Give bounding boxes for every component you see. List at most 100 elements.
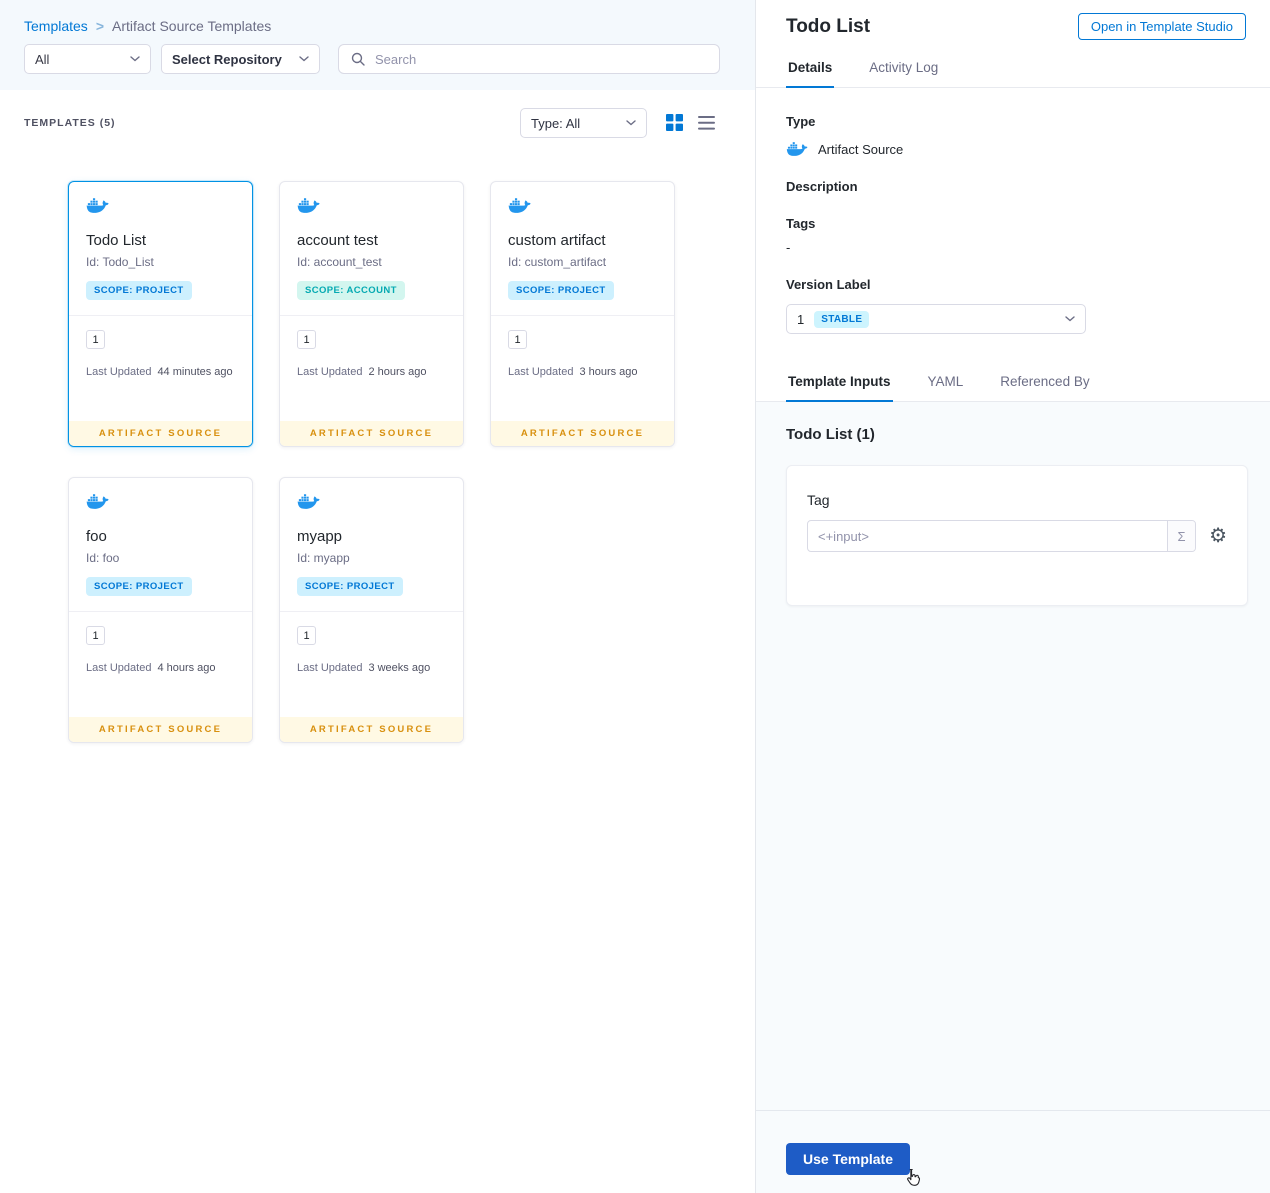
chevron-down-icon [130,56,140,62]
card-divider [69,611,252,612]
breadcrumb-separator: > [95,18,104,34]
version-count-badge: 1 [508,330,527,349]
tab-activity-log[interactable]: Activity Log [867,50,940,87]
version-count-badge: 1 [86,330,105,349]
chevron-down-icon [626,120,636,126]
card-title: account test [297,232,378,249]
last-updated-value: 4 hours ago [157,662,216,674]
card-divider [280,611,463,612]
search-icon [351,52,365,66]
templates-count-label: TEMPLATES (5) [24,117,116,129]
card-id: Id: Todo_List [86,255,154,269]
last-updated-value: 3 hours ago [579,366,638,378]
grid-view-icon [666,114,683,131]
breadcrumb-templates-link[interactable]: Templates [24,18,88,34]
card-divider [280,315,463,316]
search-input[interactable] [373,50,707,68]
grid-view-button[interactable] [666,114,683,131]
tab-referenced-by[interactable]: Referenced By [998,364,1091,401]
search-box [338,44,720,74]
template-card-account-test[interactable]: account test Id: account_test SCOPE: ACC… [279,181,464,447]
list-view-button[interactable] [698,115,715,130]
card-id: Id: account_test [297,255,382,269]
type-value: Artifact Source [818,141,904,157]
gear-icon[interactable]: ⚙ [1209,526,1227,546]
tab-details[interactable]: Details [786,50,835,88]
version-dropdown[interactable]: 1 STABLE [786,304,1086,334]
docker-icon [297,493,320,510]
stable-badge: STABLE [814,310,870,328]
version-count-badge: 1 [297,626,316,645]
templates-page: Templates > Artifact Source Templates Al… [0,0,755,1193]
scope-badge: SCOPE: PROJECT [86,281,192,300]
tab-yaml[interactable]: YAML [926,364,966,401]
tag-label: Tag [807,492,830,508]
scope-filter-value: All [35,51,50,67]
artifact-source-badge: ARTIFACT SOURCE [280,421,463,446]
docker-icon [86,197,109,214]
docker-icon [86,493,109,510]
inputs-heading: Todo List (1) [786,426,875,443]
tab-template-inputs[interactable]: Template Inputs [786,364,893,402]
last-updated-label: Last Updated [297,662,363,674]
scope-badge: SCOPE: PROJECT [86,577,192,596]
template-card-custom-artifact[interactable]: custom artifact Id: custom_artifact SCOP… [490,181,675,447]
type-filter-value: Type: All [531,115,581,131]
template-card-foo[interactable]: foo Id: foo SCOPE: PROJECT 1 Last Update… [68,477,253,743]
docker-icon [508,197,531,214]
panel-title: Todo List [786,15,871,37]
last-updated-label: Last Updated [86,366,152,378]
last-updated-value: 3 weeks ago [368,662,431,674]
docker-icon [297,197,320,214]
card-title: custom artifact [508,232,606,249]
tags-label: Tags [786,216,816,231]
template-details-panel: Todo List Open in Template Studio Detail… [755,0,1270,1193]
use-template-button[interactable]: Use Template [786,1143,910,1175]
last-updated-label: Last Updated [508,366,574,378]
template-card-todo-list[interactable]: Todo List Id: Todo_List SCOPE: PROJECT 1… [68,181,253,447]
repository-filter-dropdown[interactable]: Select Repository [161,44,320,74]
type-filter-dropdown[interactable]: Type: All [520,108,647,138]
scope-filter-dropdown[interactable]: All [24,44,151,74]
description-label: Description [786,179,858,194]
artifact-source-badge: ARTIFACT SOURCE [69,421,252,446]
card-title: myapp [297,528,343,545]
artifact-source-badge: ARTIFACT SOURCE [280,717,463,742]
scope-badge: SCOPE: ACCOUNT [297,281,405,300]
version-value: 1 [797,311,805,327]
chevron-down-icon [1065,316,1075,322]
docker-icon [786,141,808,157]
breadcrumb-current: Artifact Source Templates [112,18,272,34]
expression-sigma-icon[interactable]: Σ [1167,521,1196,551]
last-updated-value: 44 minutes ago [157,366,233,378]
card-title: foo [86,528,107,545]
template-card-myapp[interactable]: myapp Id: myapp SCOPE: PROJECT 1 Last Up… [279,477,464,743]
repository-filter-value: Select Repository [172,51,282,67]
tag-input-group: Σ [807,520,1197,552]
card-divider [491,315,674,316]
details-section: Type Artifact Source Description Tags - … [756,88,1270,354]
tags-value: - [786,240,791,255]
version-count-badge: 1 [86,626,105,645]
panel-footer: Use Template [756,1110,1270,1193]
scope-badge: SCOPE: PROJECT [508,281,614,300]
last-updated-label: Last Updated [86,662,152,674]
filter-bar: All Select Repository [24,44,720,74]
last-updated-label: Last Updated [297,366,363,378]
tag-input-card: Tag Σ ⚙ [786,465,1248,606]
open-in-template-studio-button[interactable]: Open in Template Studio [1077,13,1246,40]
card-id: Id: foo [86,551,120,565]
card-title: Todo List [86,232,147,249]
list-view-icon [698,115,715,130]
template-card-grid: Todo List Id: Todo_List SCOPE: PROJECT 1… [68,181,675,743]
panel-header: Todo List Open in Template Studio [756,0,1270,50]
tag-input[interactable] [808,521,1168,551]
last-updated-value: 2 hours ago [368,366,427,378]
card-id: Id: custom_artifact [508,255,607,269]
chevron-down-icon [299,56,309,62]
breadcrumb: Templates > Artifact Source Templates [24,18,271,34]
type-label: Type [786,114,816,129]
version-label: Version Label [786,277,871,292]
template-inputs-section: Todo List (1) Tag Σ ⚙ [756,402,1270,1110]
card-divider [69,315,252,316]
